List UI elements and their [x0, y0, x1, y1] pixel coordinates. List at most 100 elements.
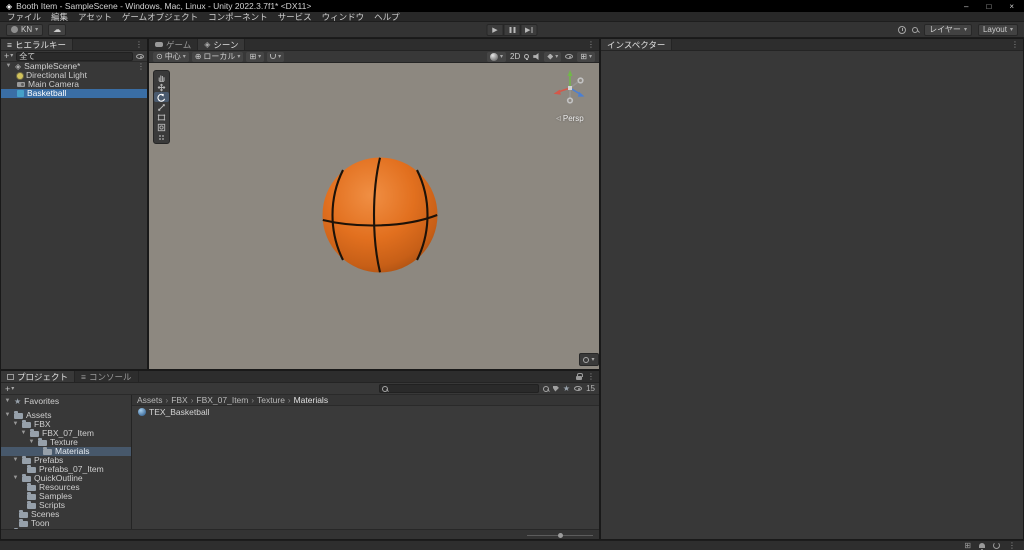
- layout-dropdown[interactable]: Layout ▾: [977, 23, 1018, 36]
- search-by-type-icon[interactable]: [542, 385, 549, 392]
- foldout-open-icon[interactable]: ▼: [12, 456, 19, 465]
- scene-visibility-icon[interactable]: [136, 53, 144, 59]
- breadcrumb-fbx[interactable]: FBX: [171, 395, 188, 405]
- menu-help[interactable]: ヘルプ: [369, 11, 405, 23]
- scene-viewport[interactable]: ◁ Persp ▾: [149, 63, 599, 369]
- foldout-open-icon[interactable]: ▼: [5, 62, 12, 71]
- handle-space-dropdown[interactable]: ⊕ ローカル ▾: [191, 51, 244, 62]
- breadcrumb-materials[interactable]: Materials: [294, 395, 328, 405]
- project-search[interactable]: [378, 384, 539, 393]
- layers-dropdown[interactable]: レイヤー ▾: [924, 23, 972, 36]
- slider-thumb[interactable]: [558, 532, 563, 538]
- tab-project[interactable]: プロジェクト: [1, 371, 76, 382]
- tree-item-scripts[interactable]: Scripts: [1, 500, 131, 510]
- save-search-icon[interactable]: ★: [563, 384, 570, 393]
- rotate-tool-button[interactable]: [154, 92, 169, 102]
- foldout-open-icon[interactable]: ▼: [20, 429, 27, 438]
- hidden-objects-toggle-icon[interactable]: [565, 54, 574, 59]
- foldout-open-icon[interactable]: ▼: [12, 420, 19, 429]
- close-button[interactable]: ×: [1009, 2, 1014, 11]
- tab-scene[interactable]: ◈ シーン: [198, 39, 246, 50]
- scene-row[interactable]: ▼ ◈ SampleScene* ⋮: [1, 62, 147, 71]
- status-console-icon[interactable]: ⊞: [964, 541, 971, 550]
- lighting-toggle-icon[interactable]: [524, 54, 530, 60]
- hierarchy-search-input[interactable]: [19, 51, 130, 61]
- move-tool-button[interactable]: [154, 82, 169, 92]
- account-button[interactable]: KN ▾: [6, 23, 44, 36]
- lock-icon[interactable]: [576, 373, 583, 380]
- panel-menu-icon[interactable]: ⋮: [135, 40, 143, 49]
- tree-item-favorites[interactable]: ▼ ★ Favorites: [1, 397, 131, 406]
- pivot-mode-dropdown[interactable]: ⊙ 中心 ▾: [153, 51, 189, 62]
- tab-inspector[interactable]: インスペクター: [601, 39, 673, 50]
- panel-menu-icon[interactable]: ⋮: [587, 40, 595, 49]
- audio-toggle-icon[interactable]: [533, 53, 539, 60]
- scene-options-icon[interactable]: ⋮: [137, 62, 145, 71]
- menu-window[interactable]: ウィンドウ: [317, 11, 370, 23]
- menu-services[interactable]: サービス: [273, 11, 317, 23]
- tab-console[interactable]: ≡ コンソール: [75, 371, 139, 382]
- shading-mode-dropdown[interactable]: ▾: [487, 51, 507, 62]
- scale-tool-button[interactable]: [154, 102, 169, 112]
- step-button[interactable]: ▶: [520, 23, 538, 36]
- asset-item-tex-basketball[interactable]: TEX_Basketball: [132, 406, 599, 417]
- tree-item-assets[interactable]: ▼ Assets: [1, 410, 131, 420]
- foldout-open-icon[interactable]: ▼: [4, 411, 11, 420]
- play-button[interactable]: ▶: [486, 23, 504, 36]
- gizmos-dropdown[interactable]: ⊞ ▾: [577, 51, 595, 62]
- tree-item-samples[interactable]: Samples: [1, 491, 131, 501]
- tree-item-materials[interactable]: Materials: [1, 446, 131, 456]
- view-tool-button[interactable]: [154, 72, 169, 82]
- breadcrumb-texture[interactable]: Texture: [257, 395, 285, 405]
- transform-tool-button[interactable]: [154, 122, 169, 132]
- hierarchy-item-basketball[interactable]: Basketball: [1, 89, 147, 98]
- projection-toggle[interactable]: ◁ Persp: [547, 114, 593, 123]
- search-icon[interactable]: [912, 26, 919, 33]
- cloud-services-button[interactable]: ☁: [48, 23, 67, 36]
- scene-tab-label: シーン: [213, 39, 239, 50]
- basketball-object[interactable]: [321, 156, 439, 274]
- overlay-menu[interactable]: ▾: [579, 353, 599, 366]
- menu-component[interactable]: コンポーネント: [203, 11, 273, 23]
- 2d-toggle[interactable]: 2D: [510, 52, 520, 61]
- search-by-label-icon[interactable]: [552, 385, 559, 392]
- breadcrumb-fbx-07-item[interactable]: FBX_07_Item: [196, 395, 248, 405]
- minimize-button[interactable]: –: [964, 2, 968, 11]
- icon-size-slider[interactable]: [527, 532, 593, 538]
- create-object-button[interactable]: + ▾: [4, 51, 13, 61]
- orientation-gizmo[interactable]: ◁ Persp: [547, 65, 593, 123]
- menu-edit[interactable]: 編集: [46, 11, 73, 23]
- effects-dropdown[interactable]: ▾: [544, 51, 562, 62]
- progress-spinner-icon[interactable]: [993, 542, 1000, 549]
- maximize-button[interactable]: □: [986, 2, 991, 11]
- hierarchy-item-directional-light[interactable]: Directional Light: [1, 71, 147, 80]
- foldout-open-icon[interactable]: ▼: [12, 474, 19, 483]
- menu-file[interactable]: ファイル: [2, 11, 46, 23]
- tab-game[interactable]: ゲーム: [149, 39, 199, 50]
- tree-item-scenes[interactable]: Scenes: [1, 509, 131, 519]
- foldout-open-icon[interactable]: ▼: [28, 438, 35, 447]
- axis-gizmo-icon[interactable]: [547, 65, 593, 111]
- tab-hierarchy[interactable]: ≡ ヒエラルキー: [1, 39, 73, 50]
- snap-toggle[interactable]: ▾: [267, 51, 285, 62]
- breadcrumb-assets[interactable]: Assets: [137, 395, 163, 405]
- undo-history-icon[interactable]: [898, 25, 907, 34]
- panel-menu-icon[interactable]: ⋮: [1011, 40, 1019, 49]
- grid-snap-dropdown[interactable]: ⊞ ▾: [246, 51, 265, 62]
- pause-button[interactable]: [503, 23, 521, 36]
- menu-assets[interactable]: アセット: [73, 11, 117, 23]
- hidden-packages-icon[interactable]: [574, 386, 583, 391]
- foldout-open-icon[interactable]: ▼: [4, 397, 11, 406]
- project-search-input[interactable]: [389, 384, 536, 393]
- custom-tools-button[interactable]: [154, 132, 169, 142]
- panel-menu-icon[interactable]: ⋮: [587, 372, 595, 381]
- rect-tool-button[interactable]: [154, 112, 169, 122]
- menu-gameobject[interactable]: ゲームオブジェクト: [117, 11, 203, 23]
- folder-icon: [27, 482, 36, 491]
- hierarchy-search[interactable]: [16, 51, 133, 61]
- create-asset-button[interactable]: + ▾: [5, 384, 14, 394]
- tree-item-toon[interactable]: Toon: [1, 518, 131, 528]
- hierarchy-item-main-camera[interactable]: Main Camera: [1, 80, 147, 89]
- notification-bell-icon[interactable]: [979, 543, 985, 550]
- status-menu-icon[interactable]: ⋮: [1008, 541, 1016, 550]
